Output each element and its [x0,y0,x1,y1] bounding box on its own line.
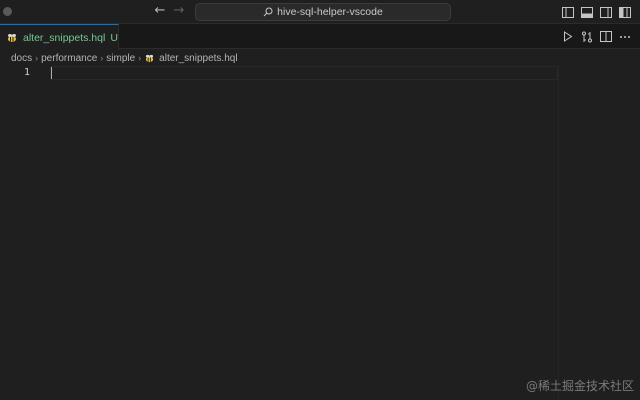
arrow-right-icon[interactable]: → [171,3,187,19]
line-number: 1 [24,67,31,78]
layout-controls [561,5,632,19]
toggle-panel-icon[interactable] [580,5,594,19]
customize-layout-icon[interactable] [618,5,632,19]
hive-bee-icon [6,33,18,43]
breadcrumb-item-file[interactable]: alter_snippets.hql [159,53,237,64]
breadcrumb: docs › performance › simple › alter_snip… [0,50,640,66]
chevron-right-icon: › [138,53,142,63]
editor-area[interactable]: 1 [0,66,640,400]
tab-label: alter_snippets.hql [23,31,106,44]
chevron-right-icon: › [100,53,104,63]
tab-bar: alter_snippets.hql U [0,24,640,50]
command-center-search[interactable]: hive-sql-helper-vscode [195,3,451,21]
search-icon [263,7,273,17]
editor-actions [561,30,631,43]
toggle-primary-sidebar-icon[interactable] [561,5,575,19]
tab-alter-snippets[interactable]: alter_snippets.hql U [0,24,119,50]
text-cursor [51,67,52,79]
split-editor-icon[interactable] [599,30,612,43]
title-bar: ← → hive-sql-helper-vscode [0,0,640,24]
toggle-secondary-sidebar-icon[interactable] [599,5,613,19]
run-icon[interactable] [561,30,574,43]
breadcrumb-item-performance[interactable]: performance [41,53,97,64]
watermark: @稀土掘金技术社区 [525,379,634,393]
window-dot[interactable] [3,7,12,16]
command-center-text: hive-sql-helper-vscode [277,6,383,18]
untracked-badge: U [110,31,118,44]
breadcrumb-item-simple[interactable]: simple [106,53,135,64]
more-actions-icon[interactable] [618,30,631,43]
current-line-highlight [50,66,558,80]
hive-bee-icon [144,54,155,63]
minimap-divider [558,66,559,400]
arrow-left-icon[interactable]: ← [152,3,168,19]
compare-changes-icon[interactable] [580,30,593,43]
chevron-right-icon: › [35,53,39,63]
breadcrumb-item-docs[interactable]: docs [11,53,32,64]
